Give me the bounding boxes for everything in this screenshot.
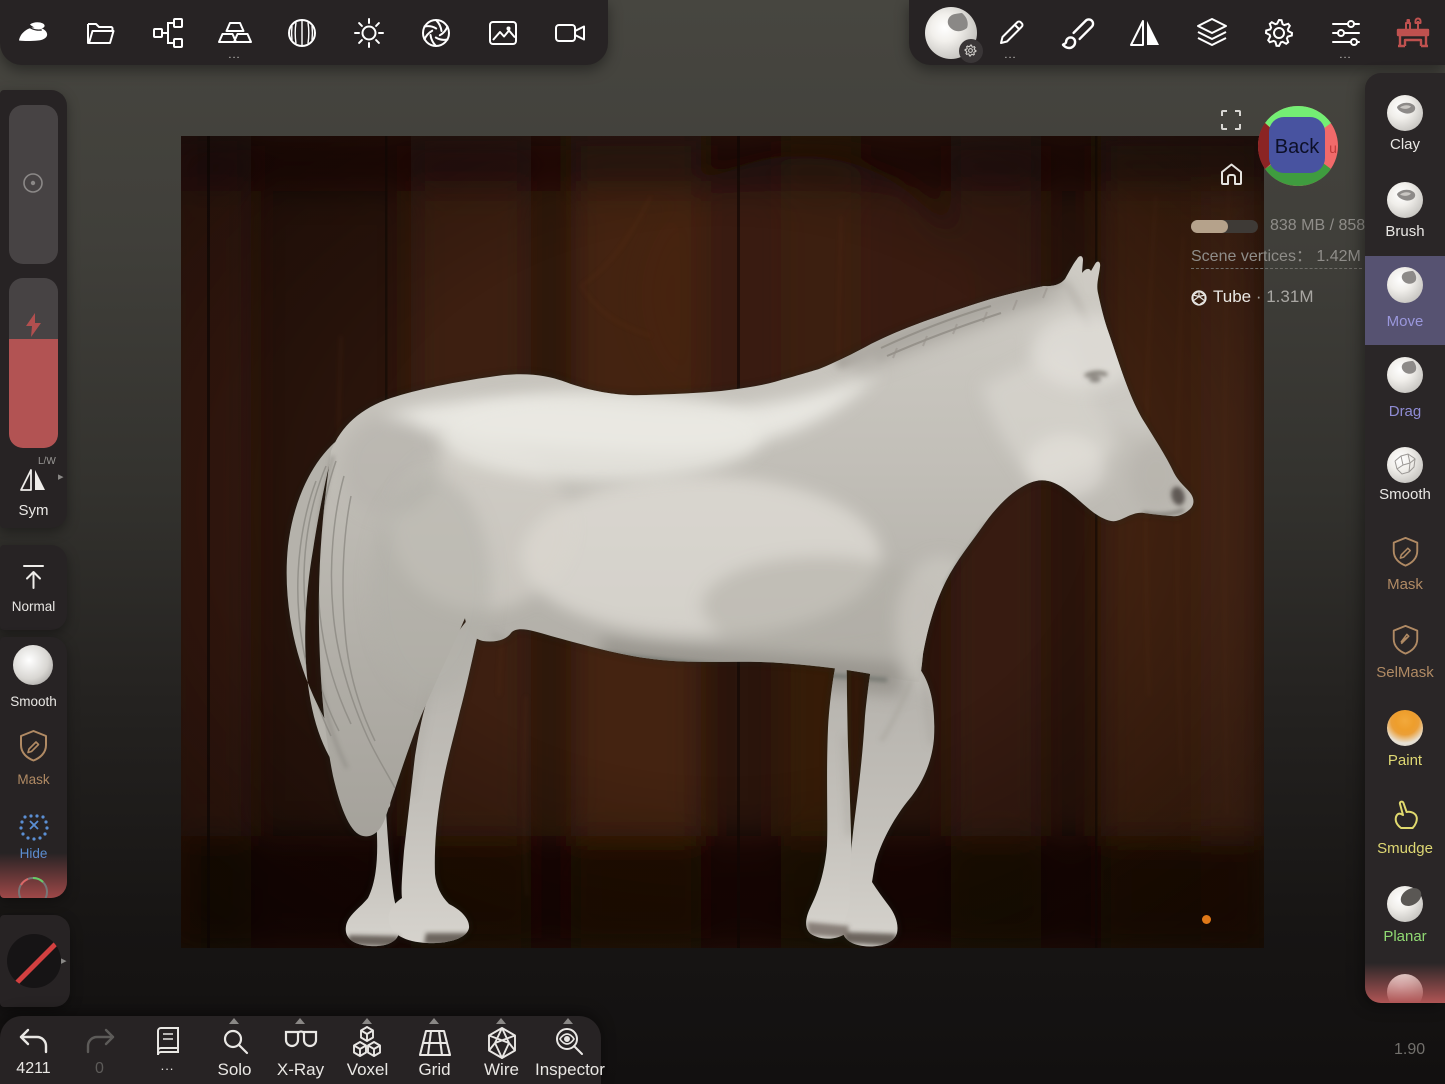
svg-text:u: u — [1329, 140, 1337, 156]
svg-text:Back: Back — [1275, 136, 1320, 158]
